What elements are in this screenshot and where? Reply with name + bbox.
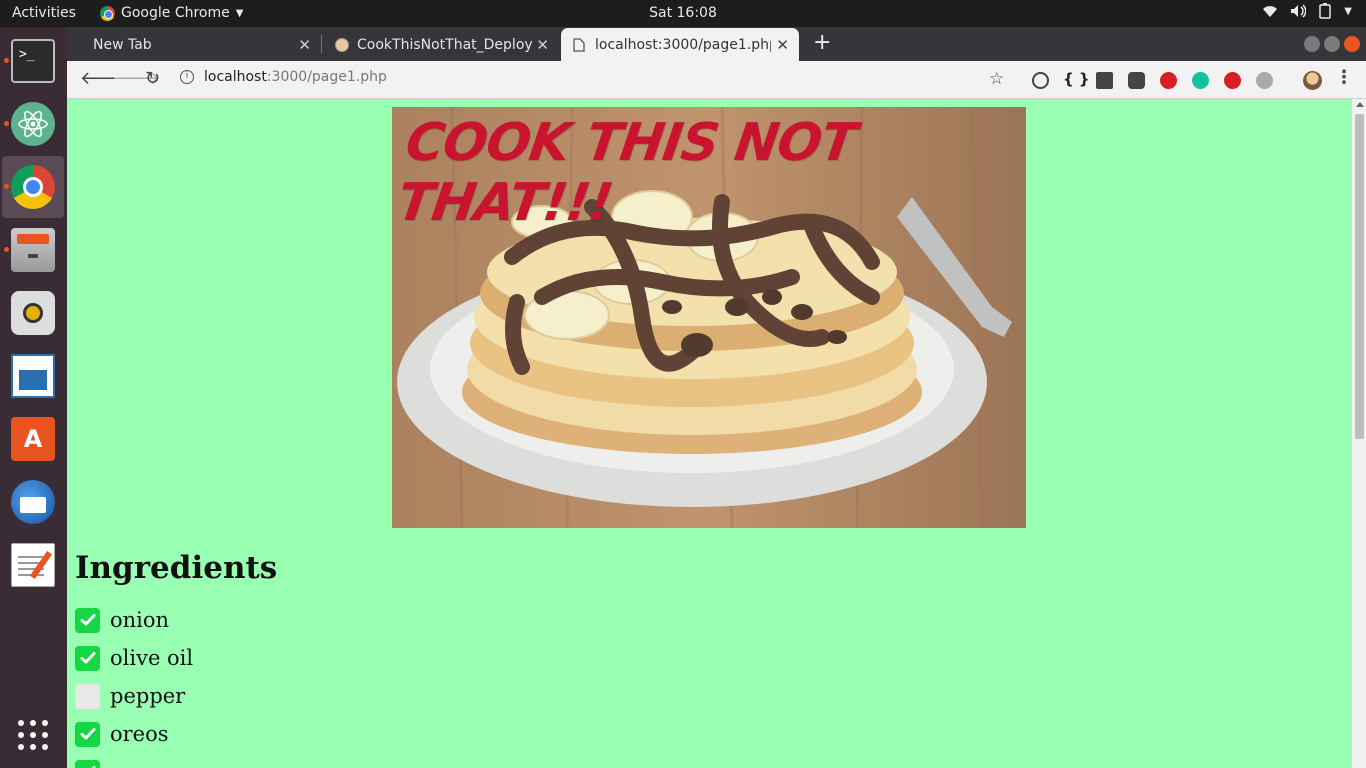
page-favicon-icon — [573, 37, 585, 52]
atom-icon — [11, 102, 55, 146]
dock-show-apps[interactable] — [2, 704, 64, 766]
text-editor-icon — [11, 543, 55, 587]
chevron-down-icon: ▼ — [235, 7, 244, 19]
selenium-extension-icon[interactable] — [1096, 72, 1113, 89]
tab-label: localhost:3000/page1.php — [595, 36, 771, 53]
dock-atom[interactable] — [2, 93, 64, 155]
close-window-icon[interactable] — [1344, 36, 1360, 52]
maximize-window-icon[interactable] — [1324, 36, 1340, 52]
system-tray[interactable]: ▼ — [1262, 3, 1352, 19]
app-menu[interactable]: Google Chrome ▼ — [100, 5, 243, 21]
url-text[interactable]: localhost:3000/page1.php — [204, 69, 387, 85]
ingredient-checkbox[interactable] — [75, 683, 100, 709]
dock-terminal[interactable]: >_ — [2, 30, 64, 92]
browser-toolbar: 🡐 🡒 ↻ i localhost:3000/page1.php ☆ { } ⋮ — [67, 61, 1366, 99]
wifi-icon — [1263, 6, 1278, 17]
chrome-icon — [11, 165, 55, 209]
close-tab-icon[interactable]: ✕ — [298, 36, 311, 54]
running-indicator — [4, 247, 9, 252]
app-menu-label: Google Chrome — [121, 5, 230, 21]
bookmark-star-icon[interactable]: ☆ — [989, 69, 1004, 89]
ingredient-item[interactable]: onion — [75, 606, 169, 634]
ingredient-item[interactable]: pepper — [75, 682, 185, 710]
address-bar[interactable]: i localhost:3000/page1.php — [180, 69, 387, 85]
json-braces-extension-icon[interactable]: { } — [1063, 70, 1090, 88]
ingredient-label: onion — [110, 608, 170, 632]
chrome-small-icon — [100, 5, 115, 21]
battery-icon — [1319, 3, 1332, 19]
dock-files[interactable] — [2, 219, 64, 281]
info-icon[interactable]: i — [180, 70, 194, 84]
libreoffice-writer-icon — [11, 354, 55, 398]
running-indicator — [4, 184, 9, 189]
url-host: localhost — [204, 69, 267, 85]
grammarly-extension-icon[interactable] — [1192, 72, 1209, 89]
hero-image: COOK THIS NOT THAT!!! — [392, 107, 1026, 528]
ingredient-checkbox[interactable] — [75, 759, 100, 768]
files-icon — [11, 228, 55, 272]
dock-software[interactable]: A — [2, 408, 64, 470]
tab-separator — [321, 35, 322, 53]
dock: >_ A — [0, 27, 67, 768]
checkmark-icon — [80, 652, 95, 664]
new-tab-plus-icon[interactable]: + — [813, 30, 831, 55]
close-tab-icon[interactable]: ✕ — [776, 36, 789, 54]
show-apps-icon — [18, 720, 48, 750]
software-center-icon: A — [11, 417, 55, 461]
hero-title: COOK THIS NOT THAT!!! — [393, 113, 860, 233]
ingredient-label: olive oil — [110, 646, 194, 670]
speed-gauge-extension-icon[interactable] — [1032, 72, 1049, 89]
page-scrollbar[interactable] — [1351, 99, 1366, 768]
dock-writer[interactable] — [2, 345, 64, 407]
profile-avatar[interactable] — [1303, 71, 1322, 90]
tab-label: CookThisNotThat_Deploy — [357, 36, 533, 53]
running-indicator — [4, 121, 9, 126]
ingredient-item[interactable]: oreos — [75, 720, 169, 748]
system-menu-chevron-icon: ▼ — [1344, 5, 1352, 17]
tab-label: New Tab — [93, 36, 152, 53]
ingredient-label: pepper — [110, 684, 186, 708]
terminal-icon: >_ — [11, 39, 55, 83]
yab-extension-icon[interactable] — [1224, 72, 1241, 89]
ingredient-item[interactable] — [75, 758, 110, 768]
reload-icon[interactable]: ↻ — [145, 68, 160, 89]
m-extension-icon[interactable] — [1256, 72, 1273, 89]
tab-localhost-page1[interactable]: localhost:3000/page1.php ✕ — [561, 28, 799, 61]
running-indicator — [4, 58, 9, 63]
ingredient-item[interactable]: olive oil — [75, 644, 193, 672]
ingredients-heading: Ingredients — [75, 550, 278, 586]
ingredient-checkbox[interactable] — [75, 607, 100, 633]
gnome-top-bar: Activities Google Chrome ▼ Sat 16:08 ▼ — [0, 0, 1366, 27]
scroll-up-arrow-icon[interactable] — [1356, 102, 1364, 107]
close-tab-icon[interactable]: ✕ — [536, 36, 549, 54]
tab-cookthisnotthat-deploy[interactable]: CookThisNotThat_Deploy ✕ — [323, 28, 559, 61]
volume-icon — [1291, 4, 1307, 18]
dock-rhythmbox[interactable] — [2, 282, 64, 344]
page-viewport[interactable]: COOK THIS NOT THAT!!! Ingredients onion o… — [67, 99, 1351, 768]
dock-text-editor[interactable] — [2, 534, 64, 596]
checkmark-icon — [80, 728, 95, 740]
chef-favicon-icon — [335, 37, 349, 52]
tab-new-tab[interactable]: New Tab ✕ — [81, 28, 321, 61]
ingredient-checkbox[interactable] — [75, 645, 100, 671]
ingredient-checkbox[interactable] — [75, 721, 100, 747]
dock-thunderbird[interactable] — [2, 471, 64, 533]
adblock-plus-extension-icon[interactable] — [1160, 72, 1177, 89]
minimize-window-icon[interactable] — [1304, 36, 1320, 52]
tab-strip: New Tab ✕ CookThisNotThat_Deploy ✕ local… — [67, 27, 1366, 61]
checkmark-icon — [80, 614, 95, 626]
dock-chrome[interactable] — [2, 156, 64, 218]
url-path: :3000/page1.php — [266, 69, 387, 85]
scrollbar-thumb[interactable] — [1355, 114, 1364, 439]
kebab-menu-icon[interactable]: ⋮ — [1335, 67, 1353, 88]
ingredient-label: oreos — [110, 722, 169, 746]
rhythmbox-icon — [11, 291, 55, 335]
pocket-extension-icon[interactable] — [1128, 72, 1145, 89]
activities-button[interactable]: Activities — [12, 5, 76, 21]
thunderbird-icon — [11, 480, 55, 524]
